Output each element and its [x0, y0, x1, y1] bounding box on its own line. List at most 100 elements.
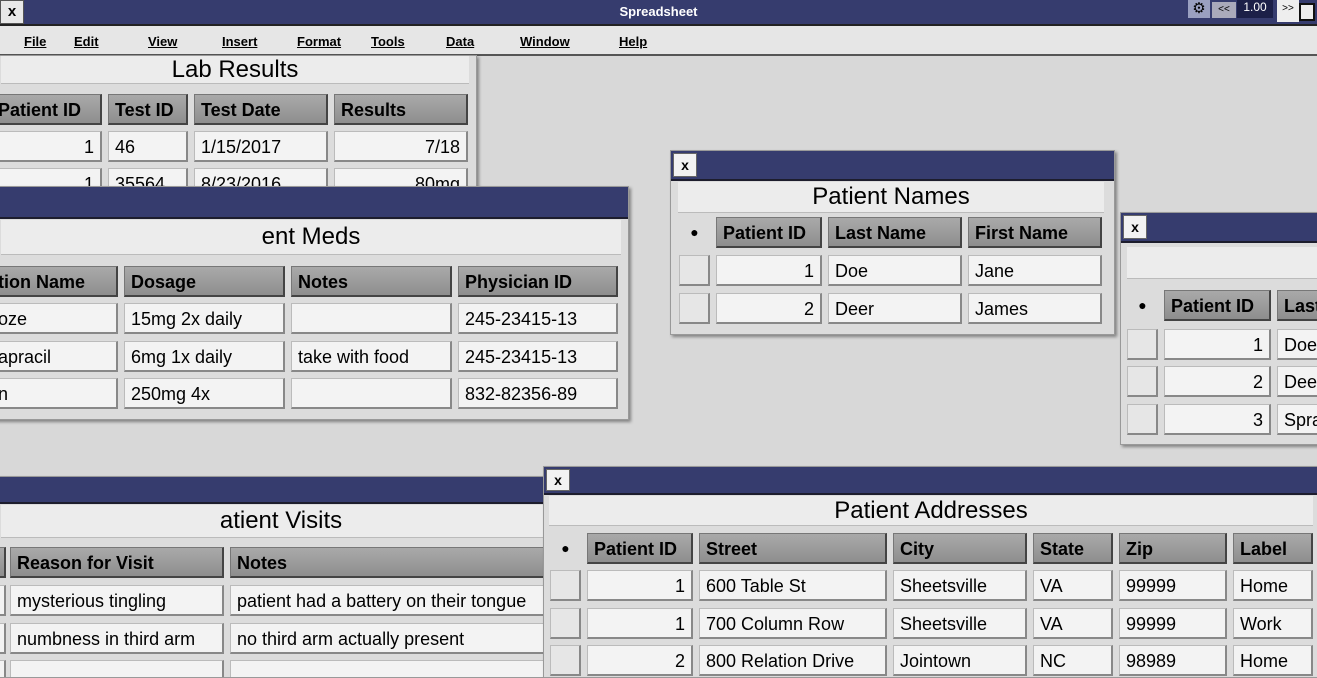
table-cell[interactable]: NC: [1033, 645, 1113, 676]
table-cell[interactable]: 245-23415-13: [458, 341, 618, 372]
table-cell[interactable]: 1: [1164, 329, 1271, 360]
table-cell[interactable]: 15mg 2x daily: [124, 303, 285, 334]
table-cell[interactable]: VA: [1033, 608, 1113, 639]
column-header[interactable]: tion Name: [0, 266, 118, 297]
table-cell[interactable]: Jointown: [893, 645, 1027, 676]
column-header[interactable]: [0, 547, 6, 578]
table-cell[interactable]: 800 Relation Drive: [699, 645, 887, 676]
column-header[interactable]: Dosage: [124, 266, 285, 297]
table-cell[interactable]: no third arm actually present: [230, 623, 551, 654]
table-cell[interactable]: Dee: [1277, 366, 1317, 397]
table-cell[interactable]: [0, 585, 6, 616]
column-header[interactable]: Last: [1277, 290, 1317, 321]
menu-edit[interactable]: Edit: [74, 34, 99, 49]
table-cell[interactable]: 1: [0, 168, 102, 186]
menu-insert[interactable]: Insert: [222, 34, 257, 49]
menu-view[interactable]: View: [148, 34, 177, 49]
table-cell[interactable]: 1: [587, 608, 693, 639]
maximize-icon[interactable]: [1299, 3, 1315, 21]
row-selector[interactable]: [1127, 366, 1158, 397]
column-header[interactable]: Patient ID: [0, 94, 102, 125]
column-header[interactable]: Notes: [291, 266, 452, 297]
table-cell[interactable]: 8/23/2016: [194, 168, 328, 186]
select-all-bullet[interactable]: ●: [679, 217, 710, 248]
row-selector[interactable]: [1127, 404, 1158, 435]
row-selector[interactable]: [550, 608, 581, 639]
table-cell[interactable]: 2: [1164, 366, 1271, 397]
table-cell[interactable]: n: [0, 378, 118, 409]
window-titlebar[interactable]: [0, 187, 628, 219]
table-cell[interactable]: mysterious tingling: [10, 585, 224, 616]
table-cell[interactable]: 99999: [1119, 570, 1227, 601]
column-header[interactable]: Zip: [1119, 533, 1227, 564]
table-cell[interactable]: 80mg: [334, 168, 468, 186]
column-header[interactable]: Reason for Visit: [10, 547, 224, 578]
row-selector[interactable]: [679, 293, 710, 324]
table-cell[interactable]: Doe: [1277, 329, 1317, 360]
table-cell[interactable]: [230, 660, 551, 677]
column-header[interactable]: State: [1033, 533, 1113, 564]
zoom-out-button[interactable]: <<: [1212, 2, 1236, 18]
table-cell[interactable]: 600 Table St: [699, 570, 887, 601]
table-cell[interactable]: Deer: [828, 293, 962, 324]
table-cell[interactable]: Spra: [1277, 404, 1317, 435]
column-header[interactable]: Street: [699, 533, 887, 564]
zoom-in-button[interactable]: >>: [1277, 0, 1299, 22]
column-header[interactable]: City: [893, 533, 1027, 564]
column-header[interactable]: Label: [1233, 533, 1313, 564]
table-cell[interactable]: 1/15/2017: [194, 131, 328, 162]
table-cell[interactable]: 46: [108, 131, 188, 162]
select-all-bullet[interactable]: ●: [550, 533, 581, 564]
table-cell[interactable]: 98989: [1119, 645, 1227, 676]
menu-data[interactable]: Data: [446, 34, 474, 49]
table-cell[interactable]: 2: [587, 645, 693, 676]
window-close-button[interactable]: x: [1123, 215, 1147, 239]
table-cell[interactable]: 1: [0, 131, 102, 162]
row-selector[interactable]: [1127, 329, 1158, 360]
column-header[interactable]: Patient ID: [1164, 290, 1271, 321]
table-cell[interactable]: 35564: [108, 168, 188, 186]
menu-tools[interactable]: Tools: [371, 34, 405, 49]
table-cell[interactable]: Sheetsville: [893, 608, 1027, 639]
column-header[interactable]: Test Date: [194, 94, 328, 125]
menu-file[interactable]: File: [24, 34, 46, 49]
window-titlebar[interactable]: x: [671, 151, 1114, 181]
table-cell[interactable]: Jane: [968, 255, 1102, 286]
column-header[interactable]: Patient ID: [587, 533, 693, 564]
column-header[interactable]: Test ID: [108, 94, 188, 125]
window-close-button[interactable]: x: [546, 469, 570, 491]
menu-window[interactable]: Window: [520, 34, 570, 49]
table-cell[interactable]: Doe: [828, 255, 962, 286]
table-cell[interactable]: apracil: [0, 341, 118, 372]
menu-format[interactable]: Format: [297, 34, 341, 49]
table-cell[interactable]: Home: [1233, 645, 1313, 676]
window-titlebar[interactable]: [0, 477, 551, 504]
select-all-bullet[interactable]: ●: [1127, 290, 1158, 321]
table-cell[interactable]: 245-23415-13: [458, 303, 618, 334]
column-header[interactable]: Patient ID: [716, 217, 822, 248]
table-cell[interactable]: 2: [716, 293, 822, 324]
column-header[interactable]: Results: [334, 94, 468, 125]
table-cell[interactable]: Work: [1233, 608, 1313, 639]
table-cell[interactable]: Home: [1233, 570, 1313, 601]
row-selector[interactable]: [550, 570, 581, 601]
column-header[interactable]: Notes: [230, 547, 551, 578]
table-cell[interactable]: 6mg 1x daily: [124, 341, 285, 372]
table-cell[interactable]: 832-82356-89: [458, 378, 618, 409]
table-cell[interactable]: patient had a battery on their tongue: [230, 585, 551, 616]
gear-icon[interactable]: ⚙: [1188, 0, 1210, 18]
menu-help[interactable]: Help: [619, 34, 647, 49]
row-selector[interactable]: [550, 645, 581, 676]
table-cell[interactable]: VA: [1033, 570, 1113, 601]
table-cell[interactable]: numbness in third arm: [10, 623, 224, 654]
column-header[interactable]: Last Name: [828, 217, 962, 248]
table-cell[interactable]: [10, 660, 224, 677]
table-cell[interactable]: 1: [587, 570, 693, 601]
table-cell[interactable]: [291, 303, 452, 334]
window-titlebar[interactable]: x: [1121, 213, 1317, 243]
table-cell[interactable]: James: [968, 293, 1102, 324]
table-cell[interactable]: 99999: [1119, 608, 1227, 639]
table-cell[interactable]: oze: [0, 303, 118, 334]
column-header[interactable]: First Name: [968, 217, 1102, 248]
table-cell[interactable]: 3: [1164, 404, 1271, 435]
